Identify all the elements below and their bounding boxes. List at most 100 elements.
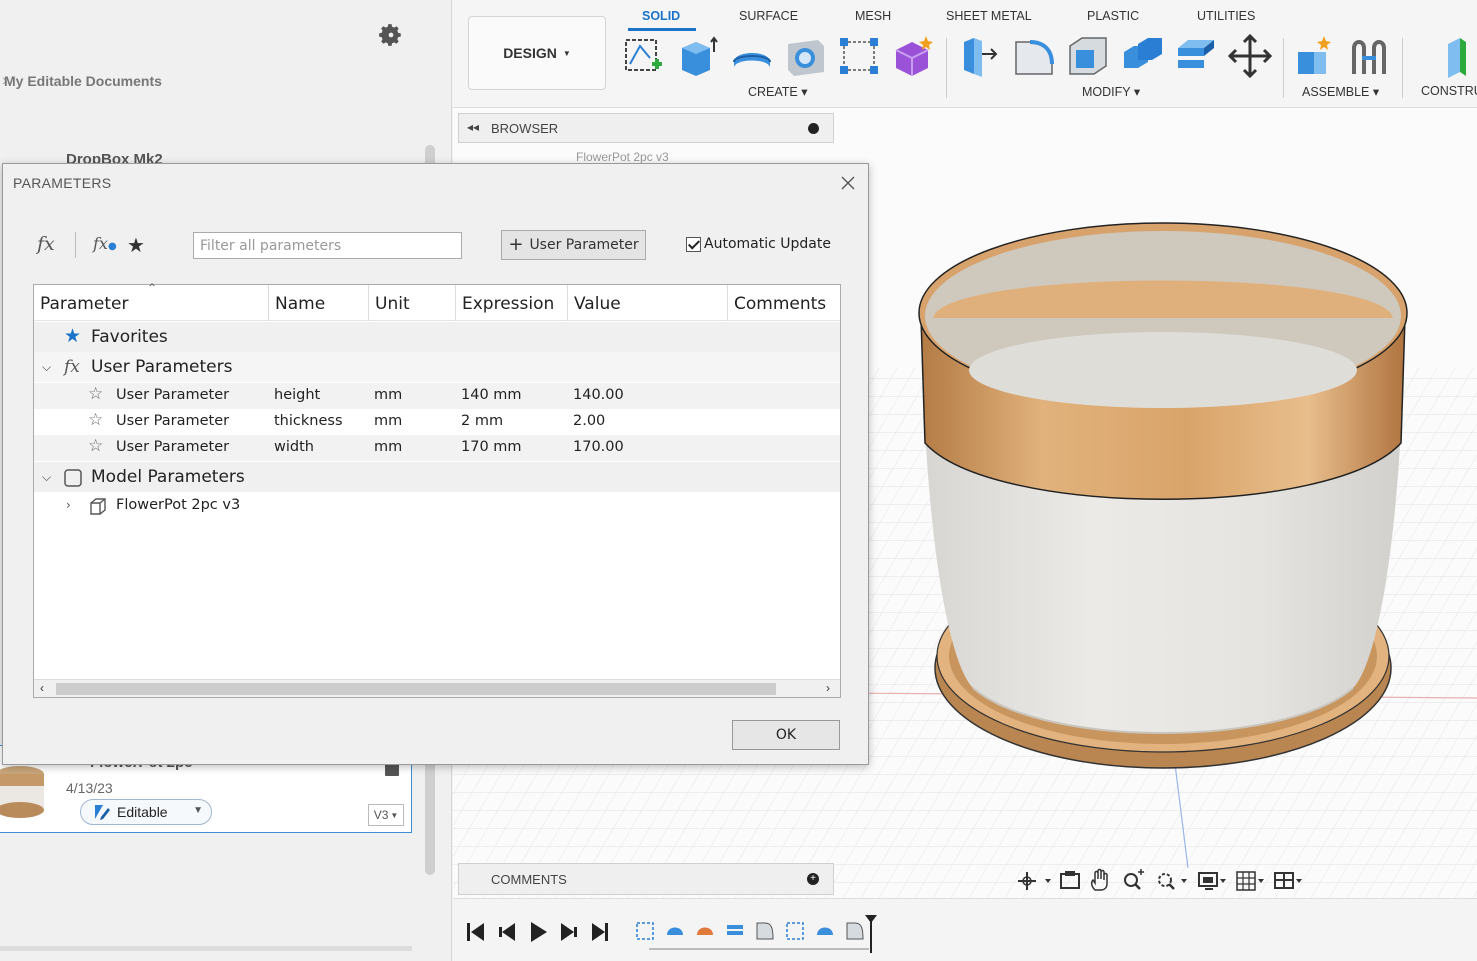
param-expression-cell[interactable]: 2 mm (461, 413, 503, 429)
add-user-parameter-button[interactable]: + User Parameter (501, 230, 646, 260)
table-horizontal-scrollbar[interactable]: ‹ › (34, 679, 840, 697)
table-row[interactable]: ☆ User Parameter thickness mm 2 mm 2.00 (34, 409, 840, 435)
joint-icon[interactable] (1348, 34, 1392, 78)
document-thumbnail[interactable] (0, 762, 46, 820)
extrude-icon[interactable] (676, 34, 720, 78)
fillet-icon[interactable] (1012, 34, 1056, 78)
model-parameters-group-label: Model Parameters (91, 467, 245, 487)
param-name-cell[interactable]: thickness (274, 413, 343, 429)
create-group-label[interactable]: CREATE ▾ (748, 84, 808, 99)
pin-icon[interactable] (808, 123, 819, 134)
construct-plane-icon[interactable] (1440, 34, 1477, 78)
chevron-down-icon[interactable]: ⌵ (42, 360, 51, 375)
scrollbar-thumb[interactable] (56, 683, 776, 695)
star-outline-icon[interactable]: ☆ (88, 436, 103, 456)
edit-pencil-icon (95, 805, 110, 820)
timeline-next-icon[interactable] (561, 923, 577, 941)
assemble-group-label[interactable]: ASSEMBLE ▾ (1302, 84, 1379, 99)
fx-filter-icon[interactable]: fx (37, 233, 55, 255)
navigation-toolbar[interactable] (1015, 868, 1315, 894)
param-expression-cell[interactable]: 140 mm (461, 387, 522, 403)
scroll-left-icon[interactable]: ‹ (40, 681, 44, 695)
orbit-icon[interactable] (1018, 872, 1051, 890)
fit-icon[interactable] (1158, 873, 1187, 890)
workspace-switcher-button[interactable]: DESIGN ▼ (468, 16, 606, 90)
tab-utilities[interactable]: UTILITIES (1197, 9, 1255, 23)
version-label: V3 (373, 808, 389, 822)
look-at-icon[interactable] (1060, 871, 1080, 889)
browser-panel-header[interactable]: ◂◂ BROWSER (458, 113, 834, 143)
timeline-last-icon[interactable] (592, 923, 608, 941)
filter-parameters-input[interactable] (193, 232, 462, 259)
tab-surface[interactable]: SURFACE (739, 9, 798, 23)
browser-root-node[interactable]: FlowerPot 2pc v3 (480, 150, 738, 164)
data-panel-hscroll[interactable] (0, 946, 412, 951)
column-header-expression[interactable]: Expression (456, 285, 568, 321)
press-pull-icon[interactable] (958, 34, 1002, 78)
chevron-down-icon[interactable]: ⌵ (42, 470, 51, 485)
model-parameters-group-row[interactable]: ⌵ Model Parameters (34, 462, 840, 492)
viewports-icon[interactable] (1274, 872, 1302, 889)
zoom-icon[interactable] (1124, 869, 1144, 890)
timeline-play-icon[interactable] (531, 922, 547, 942)
timeline-marker[interactable] (865, 915, 877, 953)
ok-button[interactable]: OK (732, 720, 840, 750)
param-expression-cell[interactable]: 170 mm (461, 439, 522, 455)
param-name-cell[interactable]: width (274, 439, 314, 455)
collapse-panel-icon[interactable]: ◂◂ (467, 120, 479, 134)
param-unit-cell[interactable]: mm (374, 387, 402, 403)
user-fx-filter-icon[interactable]: fx● (93, 234, 117, 253)
hole-icon[interactable] (784, 34, 828, 78)
column-header-name[interactable]: Name (269, 285, 369, 321)
favorites-filter-icon[interactable]: ★ (127, 233, 145, 258)
param-name-cell[interactable]: height (274, 387, 320, 403)
construct-group-label[interactable]: CONSTRU (1421, 84, 1477, 98)
favorites-group-row[interactable]: ★ Favorites (34, 322, 840, 352)
pattern-icon[interactable] (838, 34, 882, 78)
editable-status-dropdown[interactable]: Editable ▼ (80, 799, 212, 825)
new-component-icon[interactable] (1294, 34, 1338, 78)
tab-mesh[interactable]: MESH (855, 9, 891, 23)
param-unit-cell[interactable]: mm (374, 439, 402, 455)
close-icon[interactable] (838, 173, 858, 193)
column-header-unit[interactable]: Unit (369, 285, 456, 321)
comments-panel-header[interactable]: COMMENTS + (458, 863, 834, 895)
timeline-features[interactable] (636, 922, 869, 950)
table-row[interactable]: ☆ User Parameter height mm 140 mm 140.00 (34, 383, 840, 409)
column-header-comments[interactable]: Comments (728, 285, 840, 321)
star-outline-icon[interactable]: ☆ (88, 384, 103, 404)
table-row[interactable]: › FlowerPot 2pc v3 (34, 493, 840, 519)
breadcrumb[interactable]: My Editable Documents (4, 73, 162, 89)
display-settings-icon[interactable] (1198, 872, 1226, 890)
column-header-value[interactable]: Value (568, 285, 728, 321)
tab-solid[interactable]: SOLID (642, 9, 680, 23)
automatic-update-toggle[interactable]: Automatic Update (686, 236, 831, 252)
param-type-cell: User Parameter (116, 413, 230, 429)
chevron-right-icon[interactable]: › (66, 498, 71, 512)
version-dropdown[interactable]: V3 ▼ (368, 804, 404, 826)
combine-icon[interactable] (1120, 34, 1164, 78)
add-comment-icon[interactable]: + (807, 873, 819, 885)
grid-settings-icon[interactable] (1236, 871, 1264, 891)
automatic-update-label: Automatic Update (704, 236, 831, 252)
automatic-update-checkbox[interactable] (686, 236, 701, 252)
tab-plastic[interactable]: PLASTIC (1087, 9, 1139, 23)
tab-sheet-metal[interactable]: SHEET METAL (946, 9, 1032, 23)
scroll-right-icon[interactable]: › (826, 681, 830, 695)
pan-hand-icon[interactable] (1090, 868, 1108, 891)
star-outline-icon[interactable]: ☆ (88, 410, 103, 430)
timeline-controls[interactable] (453, 905, 923, 957)
modify-group-label[interactable]: MODIFY ▾ (1082, 84, 1140, 99)
gear-icon[interactable] (378, 22, 404, 48)
create-sketch-icon[interactable] (622, 34, 666, 78)
move-icon[interactable] (1228, 34, 1272, 78)
timeline-first-icon[interactable] (467, 923, 484, 941)
revolve-icon[interactable] (730, 34, 774, 78)
offset-face-icon[interactable] (1174, 34, 1218, 78)
param-unit-cell[interactable]: mm (374, 413, 402, 429)
form-icon[interactable] (892, 34, 936, 78)
shell-icon[interactable] (1066, 34, 1110, 78)
table-row[interactable]: ☆ User Parameter width mm 170 mm 170.00 (34, 435, 840, 461)
user-parameters-group-row[interactable]: ⌵ fx User Parameters (34, 352, 840, 382)
timeline-prev-icon[interactable] (499, 923, 515, 941)
